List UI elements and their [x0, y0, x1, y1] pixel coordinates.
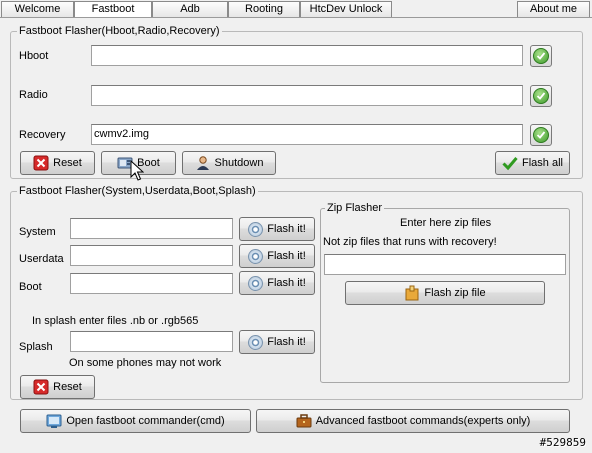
zip-field[interactable]	[324, 254, 566, 275]
hboot-ok-button[interactable]	[530, 45, 552, 67]
flash-userdata-button[interactable]: Flash it!	[239, 244, 315, 268]
flash-zip-button[interactable]: Flash zip file	[345, 281, 545, 305]
tab-bar: Welcome Fastboot Adb Rooting HtcDev Unlo…	[0, 0, 592, 18]
zip-warning: Not zip files that runs with recovery!	[323, 236, 497, 248]
disc-icon	[248, 248, 264, 264]
shutdown-button[interactable]: Shutdown	[182, 151, 276, 175]
person-icon	[195, 155, 211, 171]
tab-about-me[interactable]: About me	[517, 1, 590, 17]
group-title: Fastboot Flasher(Hboot,Radio,Recovery)	[17, 24, 222, 38]
flash-system-button[interactable]: Flash it!	[239, 217, 315, 241]
userdata-label: Userdata	[19, 253, 64, 265]
zip-flasher-title: Zip Flasher	[325, 201, 385, 215]
tab-adb[interactable]: Adb	[152, 1, 228, 17]
flash-boot-button-label: Flash it!	[267, 277, 306, 289]
disc-icon	[248, 221, 264, 237]
flash-system-button-label: Flash it!	[267, 223, 306, 235]
reset-button[interactable]: Reset	[20, 151, 95, 175]
boot-label: Boot	[19, 281, 42, 293]
briefcase-icon	[296, 413, 312, 429]
terminal-icon	[46, 413, 62, 429]
disc-icon	[248, 275, 264, 291]
reset-system-button[interactable]: Reset	[20, 375, 95, 399]
tab-rooting[interactable]: Rooting	[228, 1, 300, 17]
red-x-icon	[33, 379, 49, 395]
tab-welcome[interactable]: Welcome	[1, 1, 74, 17]
system-label: System	[19, 226, 56, 238]
watermark-label: #529859	[539, 436, 586, 449]
splash-note: On some phones may not work	[69, 357, 222, 369]
flash-zip-button-label: Flash zip file	[424, 287, 486, 299]
package-icon	[404, 285, 420, 301]
zip-hint: Enter here zip files	[400, 217, 492, 229]
check-circle-icon	[533, 127, 549, 143]
recovery-field[interactable]: cwmv2.img	[91, 124, 523, 145]
tab-fastboot[interactable]: Fastboot	[74, 1, 152, 17]
tab-htcdev-unlock[interactable]: HtcDev Unlock	[300, 1, 392, 17]
radio-label: Radio	[19, 89, 48, 101]
group-title: Fastboot Flasher(System,Userdata,Boot,Sp…	[17, 184, 258, 198]
splash-field[interactable]	[70, 331, 233, 352]
hboot-field[interactable]	[91, 45, 523, 66]
disc-icon	[248, 334, 264, 350]
flash-all-button[interactable]: Flash all	[495, 151, 570, 175]
check-circle-icon	[533, 88, 549, 104]
reset-system-button-label: Reset	[53, 381, 82, 393]
flash-all-button-label: Flash all	[522, 157, 563, 169]
radio-field[interactable]	[91, 85, 523, 106]
boot-field[interactable]	[70, 273, 233, 294]
recovery-ok-button[interactable]	[530, 124, 552, 146]
hboot-label: Hboot	[19, 50, 49, 62]
reset-button-label: Reset	[53, 157, 82, 169]
open-fastboot-commander-button[interactable]: Open fastboot commander(cmd)	[20, 409, 251, 433]
flash-splash-button[interactable]: Flash it!	[239, 330, 315, 354]
green-check-icon	[502, 155, 518, 171]
advanced-fastboot-commands-label: Advanced fastboot commands(experts only)	[315, 415, 531, 427]
mouse-cursor-icon	[130, 160, 144, 181]
system-field[interactable]	[70, 218, 233, 239]
open-fastboot-commander-label: Open fastboot commander(cmd)	[66, 415, 225, 427]
recovery-label: Recovery	[19, 129, 66, 141]
tab-page-border	[0, 17, 592, 18]
userdata-field[interactable]	[70, 245, 233, 266]
splash-hint: In splash enter files .nb or .rgb565	[32, 315, 199, 327]
red-x-icon	[33, 155, 49, 171]
flash-boot-button[interactable]: Flash it!	[239, 271, 315, 295]
shutdown-button-label: Shutdown	[214, 157, 264, 169]
advanced-fastboot-commands-button[interactable]: Advanced fastboot commands(experts only)	[256, 409, 570, 433]
check-circle-icon	[533, 48, 549, 64]
radio-ok-button[interactable]	[530, 85, 552, 107]
flash-splash-button-label: Flash it!	[267, 336, 306, 348]
flash-userdata-button-label: Flash it!	[267, 250, 306, 262]
splash-label: Splash	[19, 341, 53, 353]
